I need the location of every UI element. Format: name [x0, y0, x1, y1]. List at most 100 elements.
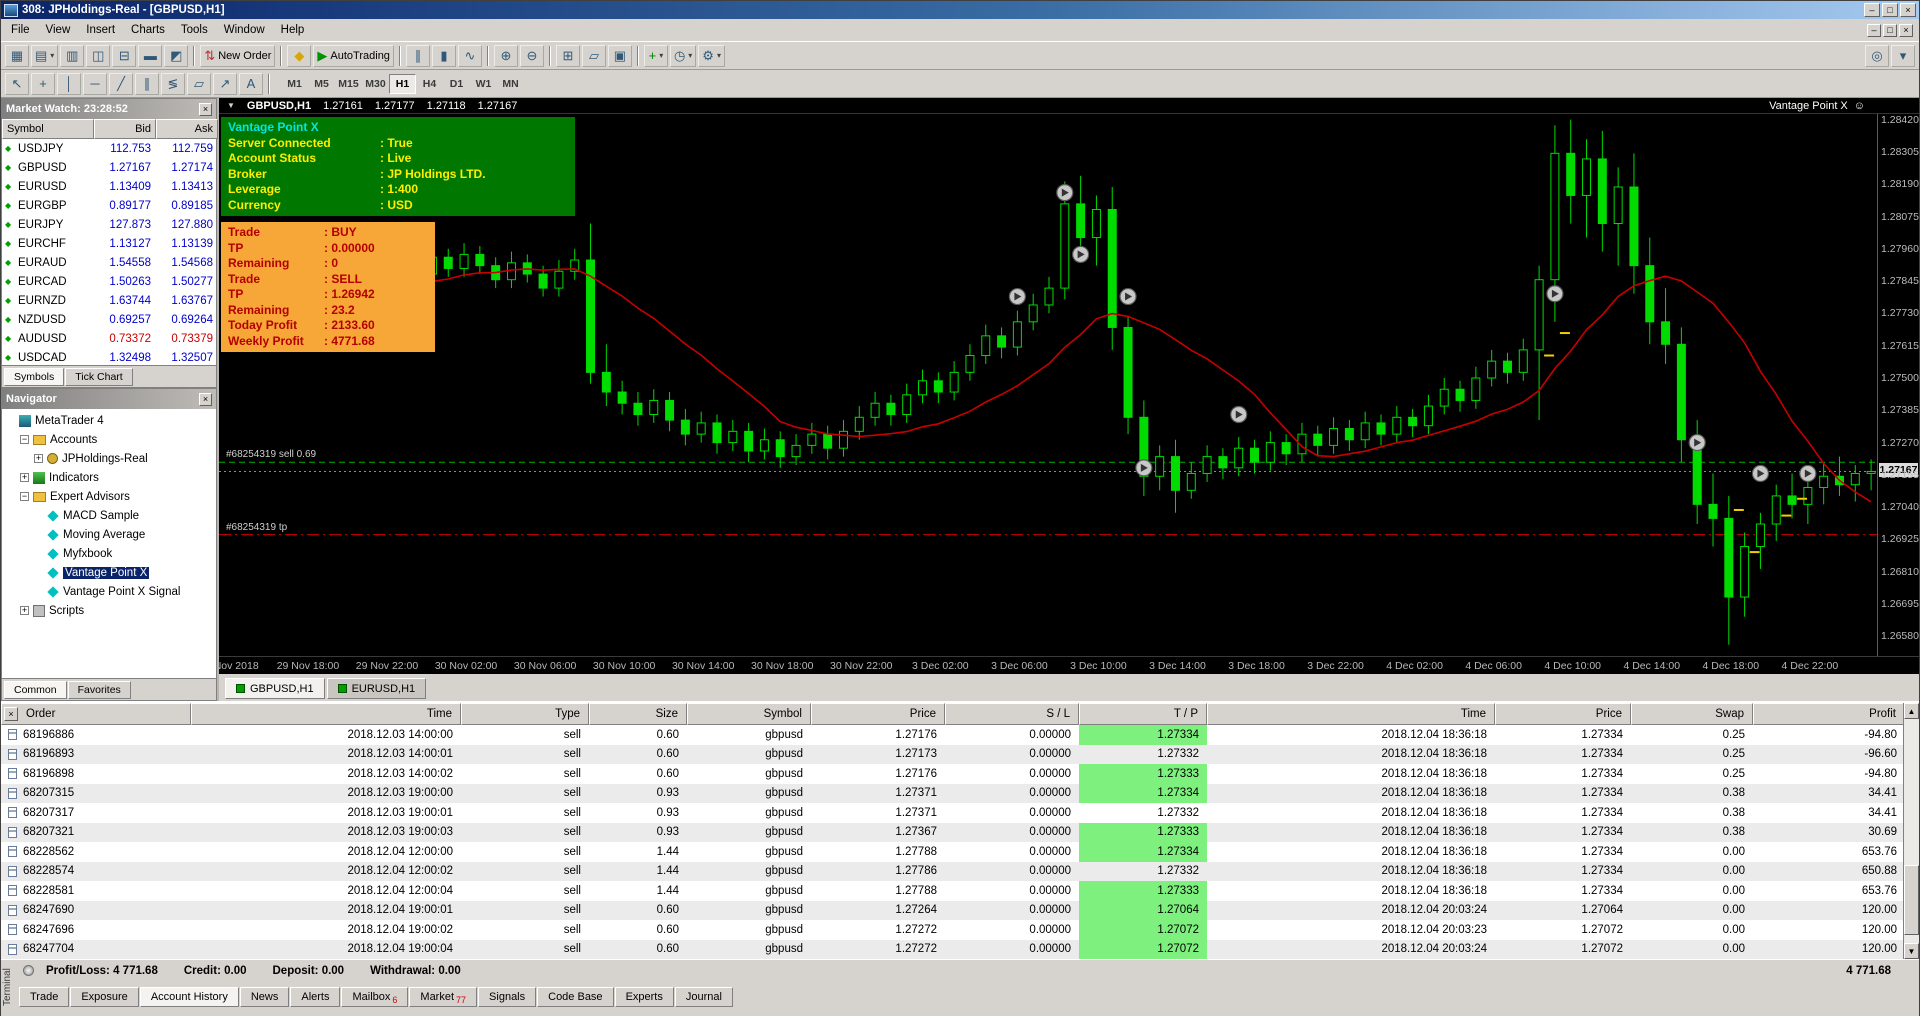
autotrading-button[interactable]: ▶ AutoTrading	[313, 44, 394, 67]
crosshair-button[interactable]: +	[31, 72, 55, 95]
zoom-out-button[interactable]: ⊖	[519, 44, 544, 67]
toolbar-options-button[interactable]: ▾	[1891, 44, 1915, 67]
chart-candles-button[interactable]: ▮	[431, 44, 456, 67]
symbol-row-gbpusd[interactable]: ◆ GBPUSD 1.27167 1.27174	[2, 158, 216, 177]
profiles-button[interactable]: ▤ ▾	[31, 44, 59, 67]
nav-item-scripts[interactable]: + Scripts	[2, 601, 216, 620]
chart-restore-button[interactable]: □	[1883, 23, 1897, 37]
chart-tab-eurusd-h1[interactable]: EURUSD,H1	[326, 678, 427, 699]
market-watch-tab-tick-chart[interactable]: Tick Chart	[65, 367, 133, 386]
market-watch-close-icon[interactable]: ×	[199, 102, 212, 116]
collapse-icon[interactable]: −	[20, 492, 29, 501]
scroll-down-icon[interactable]: ▼	[1904, 943, 1919, 959]
scrollbar-track[interactable]	[1904, 719, 1919, 943]
timeframe-mn[interactable]: MN	[497, 74, 524, 94]
nav-item-moving-average[interactable]: Moving Average	[2, 525, 216, 544]
symbol-row-usdcad[interactable]: ◆ USDCAD 1.32498 1.32507	[2, 348, 216, 365]
terminal-button[interactable]: ▬	[138, 44, 163, 67]
menu-tools[interactable]: Tools	[173, 21, 216, 39]
history-row[interactable]: 68207321 2018.12.03 19:00:03 sell 0.93 gbpus…	[1, 822, 1919, 842]
fibonacci-button[interactable]: ≶	[161, 72, 185, 95]
nav-item-jpholdings-real[interactable]: + JPHoldings-Real	[2, 449, 216, 468]
symbol-row-eurcad[interactable]: ◆ EURCAD 1.50263 1.50277	[2, 272, 216, 291]
menu-view[interactable]: View	[38, 21, 79, 39]
chart-line-button[interactable]: ∿	[457, 44, 482, 67]
market-watch-column-ask[interactable]: Ask	[156, 119, 218, 139]
nav-item-expert-advisors[interactable]: − Expert Advisors	[2, 487, 216, 506]
arrange-windows-button[interactable]: ▣	[607, 44, 632, 67]
timeframe-h4[interactable]: H4	[416, 74, 443, 94]
column-header-size[interactable]: Size	[589, 703, 687, 725]
one-click-trading-icon[interactable]: ▼	[227, 101, 235, 110]
collapse-icon[interactable]: −	[20, 435, 29, 444]
timeframe-m30[interactable]: M30	[362, 74, 389, 94]
arrows-button[interactable]: ↗	[213, 72, 237, 95]
search-button[interactable]: ◎	[1865, 44, 1889, 67]
minimize-button[interactable]: –	[1864, 3, 1880, 17]
terminal-tab-exposure[interactable]: Exposure	[70, 987, 139, 1007]
metaeditor-button[interactable]: ◆	[287, 44, 312, 67]
menu-help[interactable]: Help	[273, 21, 313, 39]
time-axis[interactable]: 29 Nov 2018 29 Nov 18:00 29 Nov 22:00 30 No…	[219, 656, 1919, 674]
column-header-swap[interactable]: Swap	[1631, 703, 1753, 725]
terminal-tab-account-history[interactable]: Account History	[139, 987, 239, 1007]
history-row[interactable]: 68247696 2018.12.04 19:00:02 sell 0.60 gbpus…	[1, 920, 1919, 940]
new-chart-button[interactable]: ▦	[5, 44, 29, 67]
nav-item-vantage-point-x-signal[interactable]: Vantage Point X Signal	[2, 582, 216, 601]
nav-item-indicators[interactable]: + Indicators	[2, 468, 216, 487]
market-watch-column-symbol[interactable]: Symbol	[2, 119, 94, 139]
timeframe-m5[interactable]: M5	[308, 74, 335, 94]
timeframe-d1[interactable]: D1	[443, 74, 470, 94]
timeframe-h1[interactable]: H1	[389, 73, 416, 94]
market-watch-button[interactable]: ▥	[60, 44, 85, 67]
column-header-time-close[interactable]: Time	[1207, 703, 1495, 725]
symbol-row-euraud[interactable]: ◆ EURAUD 1.54558 1.54568	[2, 253, 216, 272]
history-row[interactable]: 68247704 2018.12.04 19:00:04 sell 0.60 gbpus…	[1, 939, 1919, 959]
strategy-tester-button[interactable]: ◩	[164, 44, 189, 67]
history-row[interactable]: 68228581 2018.12.04 12:00:04 sell 1.44 gbpus…	[1, 881, 1919, 901]
market-watch-tab-symbols[interactable]: Symbols	[4, 367, 65, 386]
column-header-price-close[interactable]: Price	[1495, 703, 1631, 725]
history-row[interactable]: 68207315 2018.12.03 19:00:00 sell 0.93 gbpus…	[1, 783, 1919, 803]
trendline-button[interactable]: ╱	[109, 72, 133, 95]
column-header-price[interactable]: Price	[811, 703, 945, 725]
symbol-row-audusd[interactable]: ◆ AUDUSD 0.73372 0.73379	[2, 329, 216, 348]
horizontal-line-button[interactable]: ─	[83, 72, 107, 95]
nav-item-metatrader-4[interactable]: MetaTrader 4	[2, 411, 216, 430]
column-header-t-p[interactable]: T / P	[1079, 703, 1207, 725]
indicators-button[interactable]: + ▾	[643, 44, 668, 67]
chart-close-button[interactable]: ×	[1899, 23, 1913, 37]
chart-tab-gbpusd-h1[interactable]: GBPUSD,H1	[225, 678, 325, 699]
terminal-tab-signals[interactable]: Signals	[478, 987, 537, 1007]
cursor-button[interactable]: ↖	[5, 72, 29, 95]
terminal-tab-alerts[interactable]: Alerts	[290, 987, 341, 1007]
channel-button[interactable]: ∥	[135, 72, 159, 95]
menu-window[interactable]: Window	[216, 21, 273, 39]
periods-button[interactable]: ◷ ▾	[669, 44, 697, 67]
column-header-s-l[interactable]: S / L	[945, 703, 1079, 725]
timeframe-w1[interactable]: W1	[470, 74, 497, 94]
data-window-button[interactable]: ◫	[86, 44, 111, 67]
shapes-button[interactable]: ▱	[187, 72, 211, 95]
column-header-time[interactable]: Time	[191, 703, 461, 725]
terminal-tab-news[interactable]: News	[239, 987, 290, 1007]
restore-button[interactable]: □	[1882, 3, 1898, 17]
terminal-tab-code-base[interactable]: Code Base	[537, 987, 614, 1007]
column-header-order[interactable]: Order	[1, 703, 191, 725]
chart-minimize-button[interactable]: –	[1867, 23, 1881, 37]
text-button[interactable]: A	[239, 72, 263, 95]
tile-windows-button[interactable]: ⊞	[555, 44, 580, 67]
history-row[interactable]: 68196886 2018.12.03 14:00:00 sell 0.60 gbpus…	[1, 725, 1919, 745]
symbol-row-eurchf[interactable]: ◆ EURCHF 1.13127 1.13139	[2, 234, 216, 253]
close-button[interactable]: ×	[1900, 3, 1916, 17]
scrollbar-thumb[interactable]	[1904, 865, 1919, 935]
column-header-profit[interactable]: Profit	[1753, 703, 1905, 725]
nav-item-macd-sample[interactable]: MACD Sample	[2, 506, 216, 525]
expand-icon[interactable]: +	[20, 473, 29, 482]
history-row[interactable]: 68207317 2018.12.03 19:00:01 sell 0.93 gbpus…	[1, 803, 1919, 823]
nav-item-vantage-point-x[interactable]: Vantage Point X	[2, 563, 216, 582]
ea-smiley-icon[interactable]: ☺	[1854, 100, 1865, 112]
history-row[interactable]: 68196898 2018.12.03 14:00:02 sell 0.60 gbpus…	[1, 764, 1919, 784]
symbol-row-eurgbp[interactable]: ◆ EURGBP 0.89177 0.89185	[2, 196, 216, 215]
new-order-button[interactable]: ⇅ New Order	[200, 44, 276, 67]
